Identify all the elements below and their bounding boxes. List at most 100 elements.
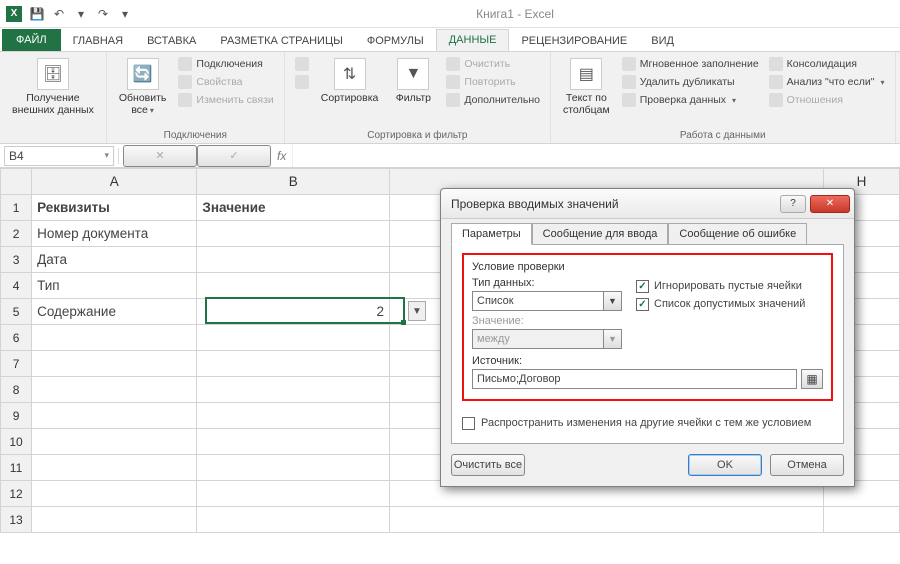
select-all-corner[interactable] [1, 169, 32, 195]
row-header[interactable]: 7 [1, 351, 32, 377]
tab-file[interactable]: ФАЙЛ [2, 29, 61, 51]
clear-all-button[interactable]: Очистить все [451, 454, 525, 476]
cell[interactable]: Значение [197, 195, 390, 221]
sort-asc-icon [295, 57, 309, 71]
type-label: Тип данных: [472, 277, 622, 289]
chevron-down-icon: ▼ [603, 330, 621, 348]
cell[interactable]: 2 [197, 299, 390, 325]
edit-links-button[interactable]: Изменить связи [176, 92, 275, 108]
group-label: Подключения [115, 128, 276, 141]
get-external-data-button[interactable]: 🗄 Получение внешних данных [8, 56, 98, 118]
sort-asc-button[interactable] [293, 56, 311, 72]
data-validation-button[interactable]: Проверка данных▾ [620, 92, 761, 108]
tab-error-message[interactable]: Сообщение об ошибке [668, 223, 807, 245]
source-input[interactable]: Письмо;Договор [472, 369, 797, 389]
active-cell[interactable] [197, 273, 390, 299]
row-header[interactable]: 9 [1, 403, 32, 429]
tab-input-message[interactable]: Сообщение для ввода [532, 223, 669, 245]
edit-links-icon [178, 93, 192, 107]
clear-icon [446, 57, 460, 71]
sort-desc-button[interactable] [293, 74, 311, 90]
ribbon-tabs: ФАЙЛ ГЛАВНАЯ ВСТАВКА РАЗМЕТКА СТРАНИЦЫ Ф… [0, 28, 900, 52]
row-header[interactable]: 6 [1, 325, 32, 351]
reapply-button[interactable]: Повторить [444, 74, 542, 90]
cell[interactable]: Тип [32, 273, 197, 299]
close-button[interactable]: ✕ [810, 195, 850, 213]
properties-button[interactable]: Свойства [176, 74, 275, 90]
window-title: Книга1 - Excel [136, 7, 894, 21]
cell[interactable]: Дата [32, 247, 197, 273]
clear-filter-button[interactable]: Очистить [444, 56, 542, 72]
validation-criteria-fieldset: Условие проверки Тип данных: Список▼ ✓Иг… [462, 253, 833, 401]
tab-layout[interactable]: РАЗМЕТКА СТРАНИЦЫ [208, 31, 354, 51]
reapply-icon [446, 75, 460, 89]
type-combo[interactable]: Список▼ [472, 291, 622, 311]
text-to-columns-button[interactable]: ▤ Текст по столбцам [559, 56, 614, 118]
tab-data[interactable]: ДАННЫЕ [436, 29, 510, 51]
advanced-icon [446, 93, 460, 107]
row-header[interactable]: 8 [1, 377, 32, 403]
fx-icon[interactable]: fx [271, 149, 292, 163]
tab-home[interactable]: ГЛАВНАЯ [61, 31, 135, 51]
advanced-filter-button[interactable]: Дополнительно [444, 92, 542, 108]
cancel-button[interactable]: Отмена [770, 454, 844, 476]
in-cell-dropdown-checkbox[interactable]: ✓Список допустимых значений [636, 298, 805, 311]
chevron-down-icon: ▼ [603, 292, 621, 310]
qat-more-icon[interactable]: ▾ [114, 3, 136, 25]
sort-button[interactable]: ⇅ Сортировка [317, 56, 383, 106]
help-button[interactable]: ? [780, 195, 806, 213]
sort-icon: ⇅ [334, 58, 366, 90]
ok-button[interactable]: OK [688, 454, 762, 476]
row-header[interactable]: 13 [1, 507, 32, 533]
row-header[interactable]: 2 [1, 221, 32, 247]
cell[interactable]: Номер документа [32, 221, 197, 247]
row-header[interactable]: 3 [1, 247, 32, 273]
ignore-blank-checkbox[interactable]: ✓Игнорировать пустые ячейки [636, 280, 805, 293]
formula-input[interactable] [292, 144, 900, 167]
refresh-all-button[interactable]: 🔄 Обновить все▾ [115, 56, 171, 118]
cell[interactable]: Реквизиты [32, 195, 197, 221]
tab-insert[interactable]: ВСТАВКА [135, 31, 208, 51]
filter-button[interactable]: ▼ Фильтр [388, 56, 438, 106]
remove-duplicates-button[interactable]: Удалить дубликаты [620, 74, 761, 90]
row-header[interactable]: 4 [1, 273, 32, 299]
consolidate-button[interactable]: Консолидация [767, 56, 887, 72]
undo-icon[interactable]: ↶ [48, 3, 70, 25]
formula-bar: B4▾ ✕ ✓ fx [0, 144, 900, 168]
sort-desc-icon [295, 75, 309, 89]
col-header-A[interactable]: A [32, 169, 197, 195]
row-header[interactable]: 5 [1, 299, 32, 325]
row-header[interactable]: 12 [1, 481, 32, 507]
qat-more-icon[interactable]: ▾ [70, 3, 92, 25]
redo-icon[interactable]: ↷ [92, 3, 114, 25]
group-label: Сортировка и фильтр [293, 128, 542, 141]
refresh-icon: 🔄 [127, 58, 159, 90]
tab-parameters[interactable]: Параметры [451, 223, 532, 245]
whatif-icon [769, 75, 783, 89]
link-icon [178, 57, 192, 71]
consolidate-icon [769, 57, 783, 71]
validation-dropdown-icon[interactable]: ▼ [408, 301, 426, 321]
flash-fill-button[interactable]: Мгновенное заполнение [620, 56, 761, 72]
row-header[interactable]: 11 [1, 455, 32, 481]
connections-button[interactable]: Подключения [176, 56, 275, 72]
relationships-button[interactable]: Отношения [767, 92, 887, 108]
tab-view[interactable]: ВИД [639, 31, 686, 51]
data-validation-dialog: Проверка вводимых значений ? ✕ Параметры… [440, 188, 855, 487]
dialog-titlebar[interactable]: Проверка вводимых значений ? ✕ [441, 189, 854, 219]
save-icon[interactable]: 💾 [26, 3, 48, 25]
whatif-button[interactable]: Анализ "что если"▾ [767, 74, 887, 90]
col-header-B[interactable]: B [197, 169, 390, 195]
range-picker-icon[interactable]: ▦ [801, 369, 823, 389]
row-header[interactable]: 10 [1, 429, 32, 455]
row-header[interactable]: 1 [1, 195, 32, 221]
cell[interactable] [197, 247, 390, 273]
group-label: Работа с данными [559, 128, 887, 141]
cell[interactable] [197, 221, 390, 247]
tab-review[interactable]: РЕЦЕНЗИРОВАНИЕ [509, 31, 639, 51]
tab-formulas[interactable]: ФОРМУЛЫ [355, 31, 436, 51]
cell[interactable]: Содержание [32, 299, 197, 325]
validation-icon [622, 93, 636, 107]
propagate-checkbox[interactable]: Распространить изменения на другие ячейк… [462, 417, 833, 430]
name-box[interactable]: B4▾ [4, 146, 114, 166]
